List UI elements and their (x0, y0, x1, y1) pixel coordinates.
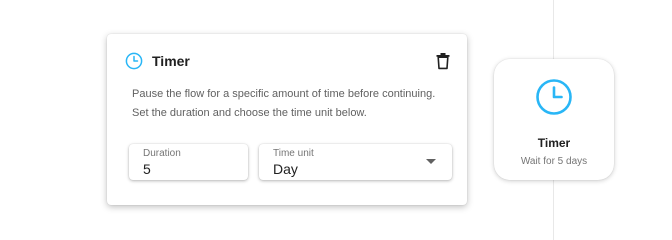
duration-field[interactable]: Duration 5 (129, 144, 248, 180)
clock-icon (535, 78, 573, 116)
timer-node-card[interactable]: Timer Wait for 5 days (494, 59, 614, 180)
duration-label: Duration (143, 148, 181, 159)
time-unit-label: Time unit (273, 148, 314, 159)
time-unit-select[interactable]: Time unit Day (259, 144, 452, 180)
time-unit-value[interactable]: Day (273, 161, 298, 177)
chevron-down-icon[interactable] (426, 159, 436, 164)
panel-title: Timer (152, 53, 190, 69)
timer-settings-panel: Timer Pause the flow for a specific amou… (107, 34, 467, 205)
clock-icon (125, 52, 143, 70)
delete-button[interactable] (435, 52, 451, 70)
panel-description: Pause the flow for a specific amount of … (132, 88, 436, 119)
node-title: Timer (537, 136, 571, 150)
node-subtitle: Wait for 5 days (520, 156, 588, 167)
trash-icon (436, 53, 450, 70)
duration-value[interactable]: 5 (143, 161, 151, 177)
flow-editor-canvas: Timer Pause the flow for a specific amou… (0, 0, 672, 240)
